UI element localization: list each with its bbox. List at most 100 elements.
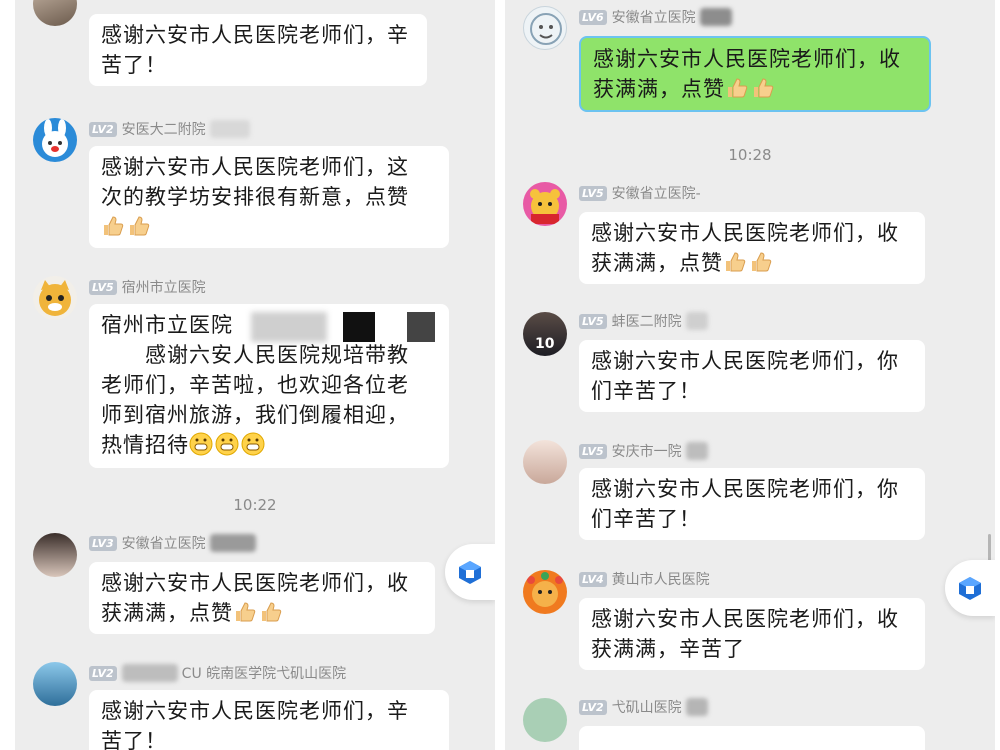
message-text: 老师们，辛苦啦，也欢迎各位老 [101, 373, 409, 397]
redaction-blur [685, 442, 708, 460]
sender-name[interactable]: CU 皖南医学院弋矶山医院 [182, 663, 346, 683]
chat-panel-left[interactable]: 感谢六安市人民医院老师们，辛 苦了！ LV2 安医大二附院 感谢六安市人民医院老… [15, 0, 495, 750]
message-text: 热情招待 [101, 433, 189, 457]
avatar[interactable] [523, 182, 567, 226]
sender-meta: LV5 蚌医二附院 [579, 312, 708, 330]
level-badge: LV5 [579, 443, 607, 459]
sender-name[interactable]: 安徽省立医院 [122, 533, 206, 553]
message-text: 获满满，点赞 [593, 77, 725, 101]
avatar[interactable] [33, 533, 77, 577]
message-text-last: 获满满，点赞 [101, 598, 423, 628]
message-bubble[interactable]: 感谢六安市人民医院老师们，辛 苦了！ [89, 690, 449, 750]
sender-name[interactable]: 安徽省立医院 [612, 7, 696, 27]
level-badge: LV3 [89, 535, 117, 551]
avatar[interactable]: 10 [523, 312, 567, 356]
message-bubble[interactable]: 感谢六安市人民医院老师们，收 获满满，点赞 [579, 36, 931, 112]
sender-name[interactable]: 宿州市立医院 [122, 277, 206, 297]
message-text: 获满满，点赞 [591, 251, 723, 275]
avatar[interactable] [33, 276, 77, 320]
level-badge: LV6 [579, 9, 607, 25]
message-text: 们辛苦了！ [591, 379, 701, 403]
message-text: 感谢六安市人民医院老师们，收 [593, 47, 901, 71]
scrollbar[interactable] [988, 534, 991, 562]
redaction-blur [685, 312, 708, 330]
redaction-blur [209, 120, 250, 138]
level-badge: LV5 [579, 185, 607, 201]
message-bubble[interactable]: 感谢六安市人民医院老师们，这 次的教学坊安排很有新意，点赞 [89, 146, 449, 248]
sender-name[interactable]: 安徽省立医院- [612, 183, 701, 203]
message-text: 感谢六安人民医院规培带教 [145, 343, 409, 367]
avatar[interactable] [33, 118, 77, 162]
grinning-icon [215, 432, 239, 456]
message-text: 获满满，辛苦了 [591, 637, 745, 661]
thumbs-up-icon [127, 214, 151, 238]
message-text: 感谢六安市人民医院老师们，你 [591, 477, 899, 501]
message-text: 苦了！ [101, 53, 167, 77]
message-text: 苦了！ [101, 729, 167, 750]
avatar[interactable] [523, 698, 567, 742]
redaction-blur [251, 312, 327, 342]
message-text-last: 获满满，点赞 [593, 74, 917, 104]
timestamp: 10:22 [233, 496, 277, 514]
sender-meta: LV6 安徽省立医院 [579, 8, 732, 26]
message-text-last: 获满满，点赞 [591, 248, 913, 278]
message-bubble[interactable]: 感谢六安市人民医院老师们，收 获满满，点赞 [579, 212, 925, 284]
avatar[interactable] [523, 570, 567, 614]
message-text: 感谢六安市人民医院老师们，你 [591, 349, 899, 373]
avatar[interactable] [523, 6, 567, 50]
thumbs-up-icon [749, 250, 773, 274]
sender-name[interactable]: 弋矶山医院 [612, 697, 682, 717]
avatar[interactable] [33, 662, 77, 706]
message-bubble[interactable]: 感谢六安市人民医院老师们，收 获满满，点赞 [89, 562, 435, 634]
redaction-blur [685, 698, 708, 716]
message-text: 感谢六安市人民医院老师们，收 [591, 607, 899, 631]
sender-meta: LV3 安徽省立医院 [89, 534, 256, 552]
redaction-block [407, 312, 435, 342]
thumbs-up-icon [101, 214, 125, 238]
sender-meta: LV2 安医大二附院 [89, 120, 250, 138]
message-text: 次的教学坊安排很有新意，点赞 [101, 185, 409, 209]
message-text: 感谢六安市人民医院老师们，辛 [101, 23, 409, 47]
svg-text:10: 10 [535, 336, 555, 352]
thumbs-up-icon [259, 600, 283, 624]
sender-name[interactable]: 安庆市一院 [612, 441, 682, 461]
sender-meta: LV5 宿州市立医院 [89, 278, 206, 296]
level-badge: LV2 [89, 665, 117, 681]
message-text: 感谢六安市人民医院老师们，收 [591, 221, 899, 245]
floating-app-button[interactable] [445, 544, 495, 600]
avatar[interactable] [523, 440, 567, 484]
redaction-blur [121, 664, 178, 682]
level-badge: LV5 [579, 313, 607, 329]
redaction-blur [209, 534, 256, 552]
cube-app-icon [959, 577, 981, 600]
thumbs-up-icon [725, 76, 749, 100]
message-bubble[interactable]: 感谢六安市人民医院老师们，你 们辛苦了！ [579, 468, 925, 540]
sender-meta: LV2 CU 皖南医学院弋矶山医院 [89, 664, 346, 682]
message-bubble[interactable]: 感谢六安市人民医院老师们，你 们辛苦了！ [579, 340, 925, 412]
sender-meta: LV5 安庆市一院 [579, 442, 708, 460]
message-bubble[interactable] [579, 726, 925, 750]
message-text: 获满满，点赞 [101, 601, 233, 625]
chat-panel-right[interactable]: LV6 安徽省立医院 感谢六安市人民医院老师们，收 获满满，点赞 10:28 L… [505, 0, 995, 750]
message-bubble[interactable]: 感谢六安市人民医院老师们，辛 苦了！ [89, 14, 427, 86]
floating-app-button[interactable] [945, 560, 995, 616]
message-text: 感谢六安市人民医院老师们，收 [101, 571, 409, 595]
avatar[interactable] [33, 0, 77, 26]
thumbs-up-icon [723, 250, 747, 274]
message-text-last: 热情招待 [101, 430, 437, 460]
sender-meta: LV4 黄山市人民医院 [579, 570, 710, 588]
thumbs-up-icon [751, 76, 775, 100]
emoji-row [101, 212, 437, 242]
sender-meta: LV2 弋矶山医院 [579, 698, 708, 716]
timestamp: 10:28 [728, 146, 772, 164]
redaction-blur [699, 8, 732, 26]
cube-app-icon [459, 561, 481, 584]
message-text: 师到宿州旅游，我们倒履相迎， [101, 403, 409, 427]
sender-name[interactable]: 黄山市人民医院 [612, 569, 710, 589]
sender-name[interactable]: 安医大二附院 [122, 119, 206, 139]
sender-meta: LV5 安徽省立医院- [579, 184, 701, 202]
sender-name[interactable]: 蚌医二附院 [612, 311, 682, 331]
message-bubble[interactable]: 感谢六安市人民医院老师们，收 获满满，辛苦了 [579, 598, 925, 670]
grinning-icon [189, 432, 213, 456]
level-badge: LV4 [579, 571, 607, 587]
